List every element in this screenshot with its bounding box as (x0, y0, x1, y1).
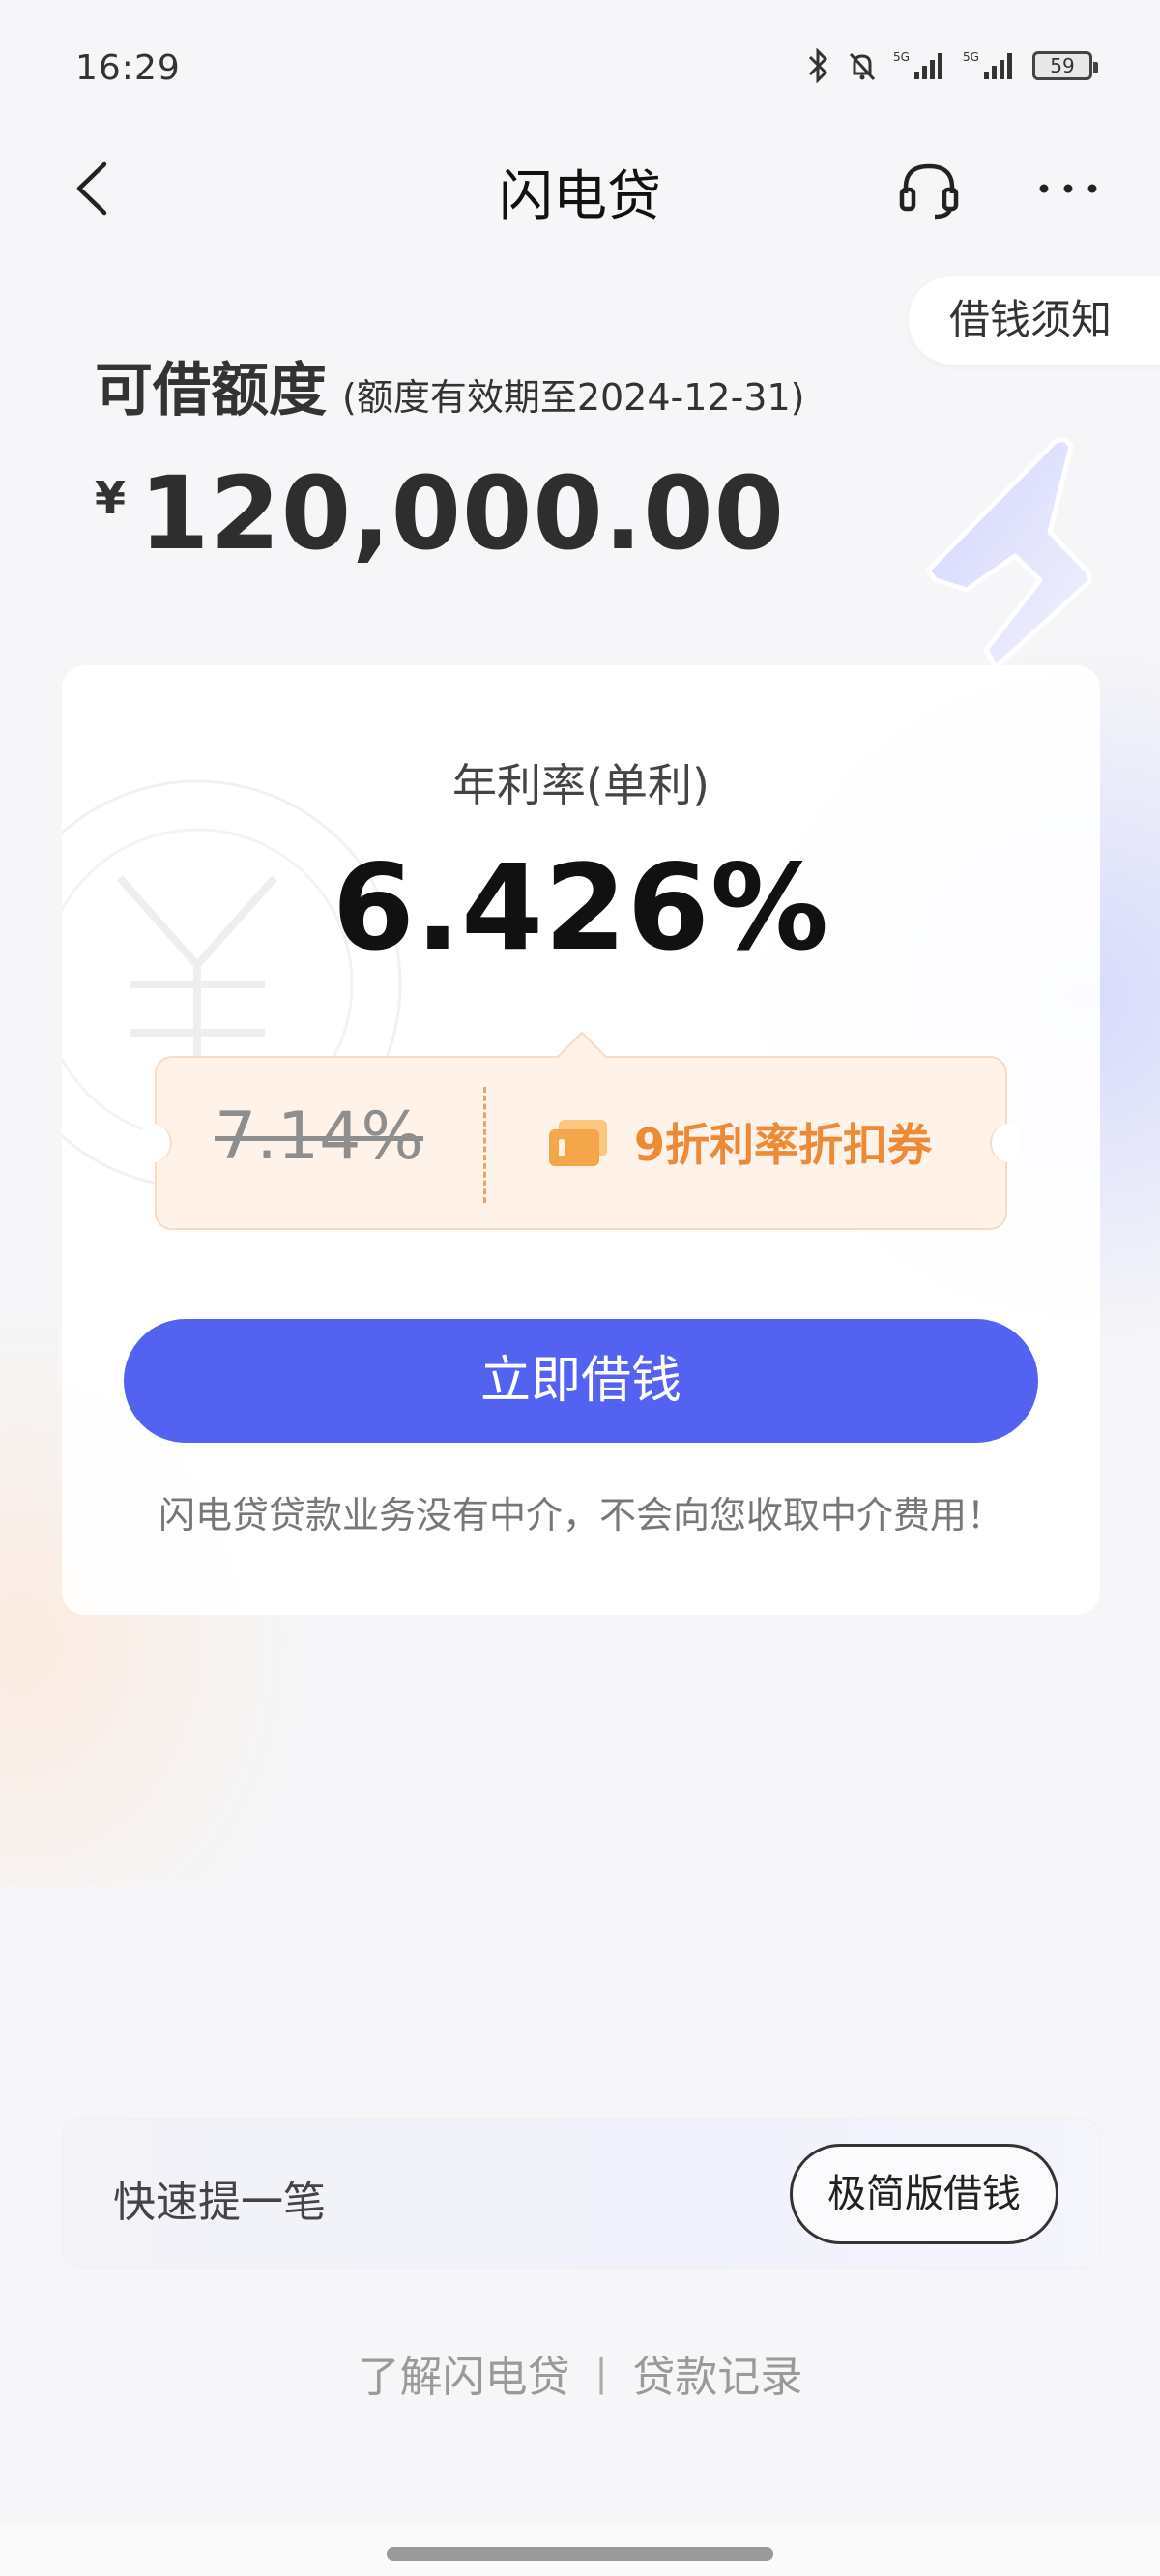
discount-coupon[interactable]: 7.14% 9折利率折扣券 (143, 1031, 1019, 1230)
bluetooth-icon (808, 48, 828, 83)
rate-card: 年利率(单利) 6.426% 7.14% 9折利率折扣券 立即借钱 闪电贷贷款业… (62, 665, 1100, 1615)
disclaimer-text: 闪电贷贷款业务没有中介，不会向您收取中介费用！ (158, 1494, 1003, 1537)
loan-notice-button[interactable]: 借钱须知 (909, 276, 1160, 365)
nav-bar: 闪电贷 (0, 135, 1160, 242)
silent-bell-icon (849, 52, 876, 81)
about-link[interactable]: 了解闪电贷 (358, 2342, 570, 2404)
status-icons: 5G 5G 59 (806, 48, 1098, 83)
coupon-divider (483, 1087, 486, 1203)
borrow-now-button[interactable]: 立即借钱 (124, 1319, 1038, 1443)
footer-links: 了解闪电贷 | 贷款记录 (0, 2342, 1160, 2404)
currency-symbol: ¥ (95, 472, 127, 524)
coupon-text: 9折利率折扣券 (634, 1119, 933, 1171)
loan-records-link[interactable]: 贷款记录 (632, 2342, 802, 2404)
more-dots-icon[interactable] (1034, 164, 1102, 213)
headset-icon[interactable] (894, 155, 964, 224)
quota-label: 可借额度 (95, 357, 327, 424)
rate-value: 6.426% (332, 839, 830, 977)
footer-separator: | (594, 2352, 608, 2394)
svg-text:5G: 5G (893, 50, 910, 64)
status-bar: 16:29 5G 5G 59 (0, 0, 1160, 135)
signal-5g-icon: 5G (893, 50, 942, 79)
rate-label: 年利率(单利) (452, 759, 710, 811)
page-title: 闪电贷 (499, 165, 661, 228)
quota-amount-value: 120,000.00 (139, 454, 785, 572)
coupon-pointer (557, 1031, 607, 1081)
home-indicator[interactable] (387, 2547, 773, 2561)
battery-icon: 59 (1032, 51, 1098, 80)
quick-withdraw-label: 快速提一笔 (113, 2178, 326, 2227)
status-time: 16:29 (75, 48, 181, 88)
ticket-icon (549, 1120, 607, 1166)
svg-text:5G: 5G (963, 50, 979, 64)
simple-borrow-button[interactable]: 极简版借钱 (790, 2144, 1058, 2244)
quick-withdraw-section: 快速提一笔 极简版借钱 (62, 2118, 1100, 2269)
quota-header: 可借额度 (额度有效期至2024-12-31) (95, 343, 805, 427)
quota-validity: (额度有效期至2024-12-31) (342, 376, 805, 419)
quota-amount: ¥ 120,000.00 (95, 454, 785, 572)
signal-5g-icon: 5G (963, 50, 1012, 79)
original-rate: 7.14% (215, 1098, 424, 1175)
